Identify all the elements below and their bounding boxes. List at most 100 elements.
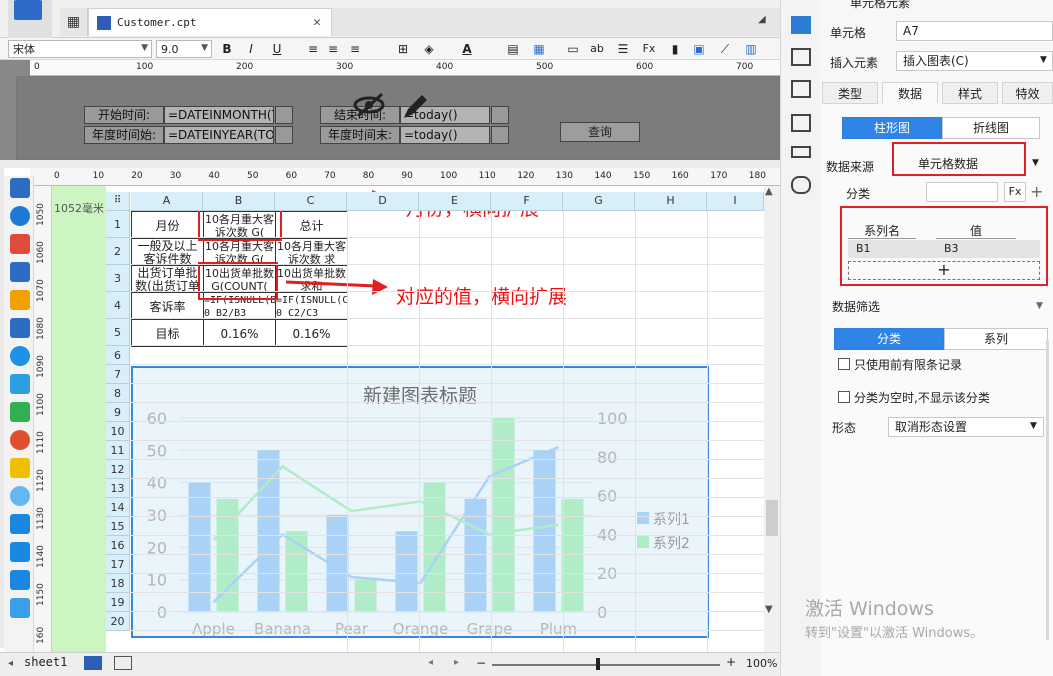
combo-chart-icon[interactable] (10, 458, 30, 478)
form-icon[interactable] (791, 114, 811, 132)
row-header[interactable]: 8 (106, 384, 130, 403)
formula-icon[interactable]: Fx (640, 40, 658, 58)
row-header[interactable]: 16 (106, 536, 130, 555)
year-start-calendar-icon[interactable] (275, 126, 293, 144)
link-icon[interactable]: ▭ (564, 40, 582, 58)
filter-icon[interactable] (791, 146, 811, 158)
bubble-chart-icon[interactable] (10, 430, 30, 450)
slash-icon[interactable]: ⟋ (716, 40, 734, 58)
row-header[interactable]: 20 (106, 612, 130, 631)
category-field[interactable] (926, 182, 998, 202)
column-header[interactable]: I (707, 192, 764, 211)
column-header[interactable]: H (635, 192, 707, 211)
close-tab-icon[interactable]: ✕ (313, 15, 321, 30)
column-header[interactable]: C (275, 192, 347, 211)
row-header[interactable]: 2 (106, 238, 130, 265)
column-header[interactable]: E (419, 192, 491, 211)
start-calendar-icon[interactable] (275, 106, 293, 124)
row-header[interactable]: 10 (106, 422, 130, 441)
merge-icon[interactable]: ▤ (504, 40, 522, 58)
align-center-icon[interactable]: ≡ (324, 40, 342, 58)
map-chart-icon[interactable] (10, 514, 30, 534)
insert-element-select[interactable]: 插入图表(C) (896, 51, 1053, 71)
zoom-slider-thumb[interactable] (596, 658, 600, 670)
bold-button[interactable]: B (218, 40, 236, 58)
hide-eye-icon[interactable] (352, 92, 386, 118)
row-header[interactable]: 12 (106, 460, 130, 479)
column-header[interactable]: D (347, 192, 419, 211)
border-icon[interactable]: ⊞ (394, 40, 412, 58)
radar-chart-icon[interactable] (10, 374, 30, 394)
cell-field[interactable]: A7 (896, 21, 1053, 41)
next-page-icon[interactable]: ▸ (454, 657, 459, 668)
row-header[interactable]: 18 (106, 574, 130, 593)
source-dropdown-icon[interactable]: ▼ (1032, 158, 1039, 168)
zoom-out-icon[interactable]: − (476, 656, 486, 670)
column-header[interactable]: B (203, 192, 275, 211)
vertical-scrollbar[interactable] (764, 186, 780, 656)
add-sheet-icon[interactable] (84, 656, 102, 670)
select-all-corner[interactable]: ⠿ (106, 192, 130, 211)
row-header[interactable]: 7 (106, 365, 130, 384)
scatter-chart-icon[interactable] (10, 402, 30, 422)
row-header[interactable]: 9 (106, 403, 130, 422)
scrollbar-thumb[interactable] (766, 500, 778, 536)
edit-pencil-icon[interactable] (400, 92, 430, 122)
year-end-calendar-icon[interactable] (491, 126, 509, 144)
crop-icon[interactable] (791, 80, 811, 98)
line-chart-type-button[interactable]: 折线图 (942, 117, 1040, 139)
image-icon[interactable]: ▣ (690, 40, 708, 58)
chain-link-icon[interactable] (791, 176, 811, 194)
align-left-icon[interactable]: ≡ (304, 40, 322, 58)
filter-tab-series[interactable]: 系列 (944, 328, 1048, 350)
category-formula-icon[interactable]: Fx (1004, 182, 1026, 202)
row-header[interactable]: 15 (106, 517, 130, 536)
text-icon[interactable]: ab (588, 40, 606, 58)
font-size-select[interactable]: 9.0 ▼ (156, 40, 212, 58)
shape-dropdown-icon[interactable]: ▼ (1030, 421, 1037, 431)
tab-effect[interactable]: 特效 (1002, 82, 1053, 104)
panel-scrollbar[interactable] (1046, 340, 1049, 640)
china-map-icon[interactable] (10, 542, 30, 562)
year-start-field[interactable]: =DATEINYEAR(TO (164, 126, 274, 144)
row-header[interactable]: 6 (106, 346, 130, 365)
limit-records-checkbox[interactable] (838, 358, 850, 370)
row-header[interactable]: 13 (106, 479, 130, 498)
end-calendar-icon[interactable] (491, 106, 509, 124)
add-series-button[interactable]: + (848, 261, 1040, 280)
zoom-slider[interactable] (492, 664, 720, 666)
tab-style[interactable]: 样式 (942, 82, 998, 104)
row-header[interactable]: 1 (106, 211, 130, 238)
tab-type[interactable]: 类型 (822, 82, 878, 104)
table-chart-icon[interactable] (10, 178, 30, 198)
gauge-chart-icon[interactable] (10, 346, 30, 366)
query-button[interactable]: 查询 (560, 122, 640, 142)
year-end-field[interactable]: =today() (400, 126, 490, 144)
scroll-down-icon[interactable]: ▼ (765, 604, 773, 615)
sheet-tab[interactable]: sheet1 (24, 655, 67, 669)
funnel-chart-icon[interactable] (10, 598, 30, 618)
area-chart-icon[interactable] (10, 318, 30, 338)
row-header[interactable]: 14 (106, 498, 130, 517)
app-menu-icon[interactable] (14, 0, 42, 20)
donut-chart-icon[interactable] (10, 486, 30, 506)
table-icon[interactable]: ▦ (530, 40, 548, 58)
align-right-icon[interactable]: ≡ (346, 40, 364, 58)
tab-dropdown-icon[interactable]: ◢ (758, 14, 766, 25)
fill-color-icon[interactable]: ◈ (420, 40, 438, 58)
zoom-in-icon[interactable]: + (726, 655, 736, 669)
row-header[interactable]: 4 (106, 292, 130, 319)
subreport-icon[interactable]: ▥ (742, 40, 760, 58)
row-header[interactable]: 5 (106, 319, 130, 346)
file-tab[interactable]: Customer.cpt ✕ (88, 8, 332, 36)
font-color-icon[interactable]: A (458, 40, 476, 58)
region-map-icon[interactable] (10, 570, 30, 590)
hide-empty-checkbox[interactable] (838, 391, 850, 403)
bar-chart-icon[interactable] (10, 262, 30, 282)
grid-tab-icon[interactable]: ▦ (60, 8, 88, 36)
column-chart-icon[interactable] (10, 234, 30, 254)
pie-chart-icon[interactable] (10, 206, 30, 226)
bar-chart-type-button[interactable]: 柱形图 (842, 117, 942, 139)
add-poly-sheet-icon[interactable] (114, 656, 132, 670)
scroll-up-icon[interactable]: ▲ (765, 186, 773, 197)
